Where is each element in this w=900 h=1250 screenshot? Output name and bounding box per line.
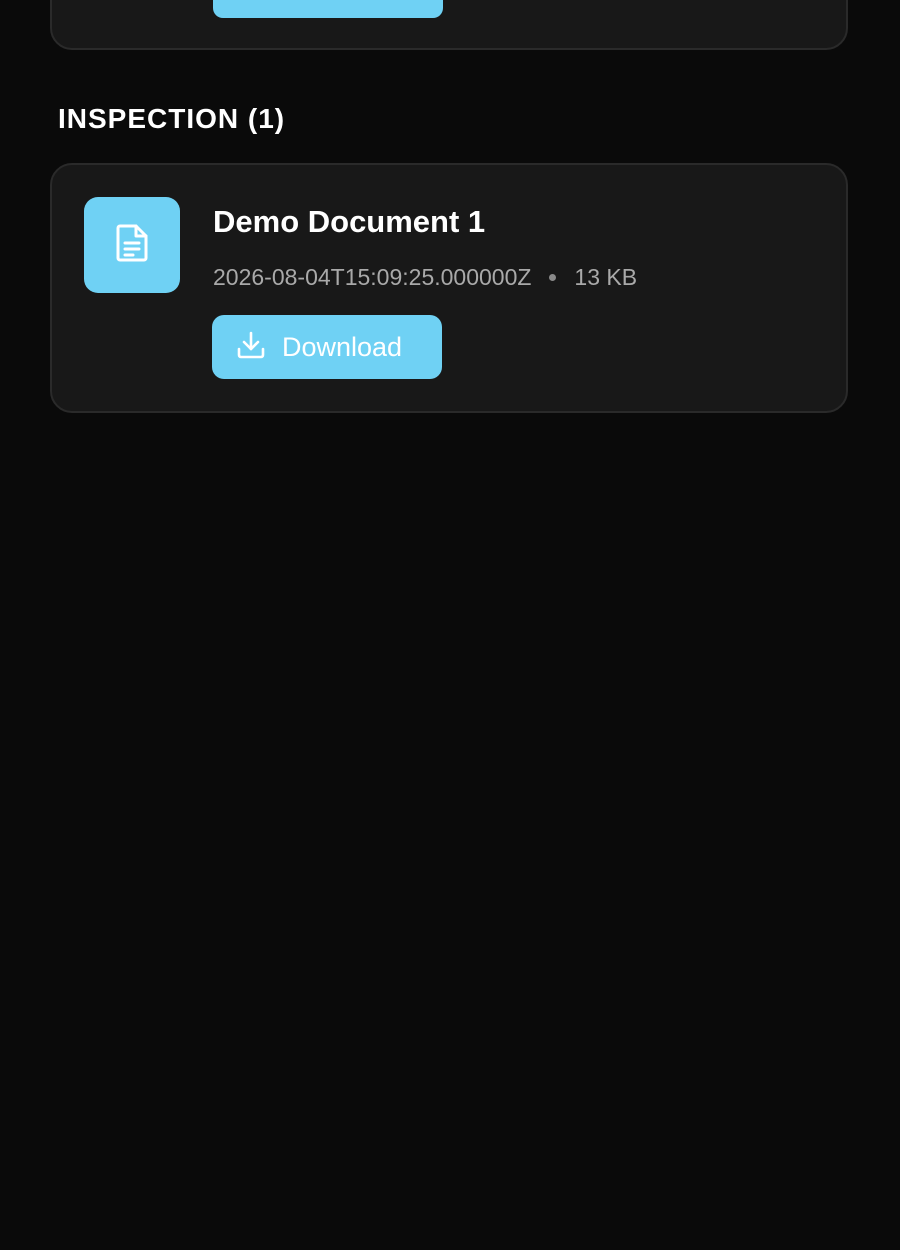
document-icon-tile (84, 197, 180, 293)
document-size: 13 KB (574, 264, 638, 290)
separator-dot (549, 273, 557, 281)
previous-download-button[interactable] (213, 0, 443, 18)
previous-document-card (50, 0, 848, 50)
section-title: INSPECTION (1) (58, 103, 286, 134)
document-timestamp: 2026-08-04T15:09:25.000000Z (213, 264, 532, 290)
download-icon (236, 330, 266, 365)
documents-page: INSPECTION (1) Demo Document 1 2026-08-0… (0, 0, 900, 1250)
download-button-label: Download (282, 332, 403, 362)
document-meta: 2026-08-04T15:09:25.000000Z 13 KB (213, 263, 637, 291)
document-card: Demo Document 1 2026-08-04T15:09:25.0000… (50, 163, 848, 413)
download-button[interactable]: Download (212, 315, 442, 379)
document-title: Demo Document 1 (213, 204, 486, 239)
document-icon (115, 223, 149, 268)
